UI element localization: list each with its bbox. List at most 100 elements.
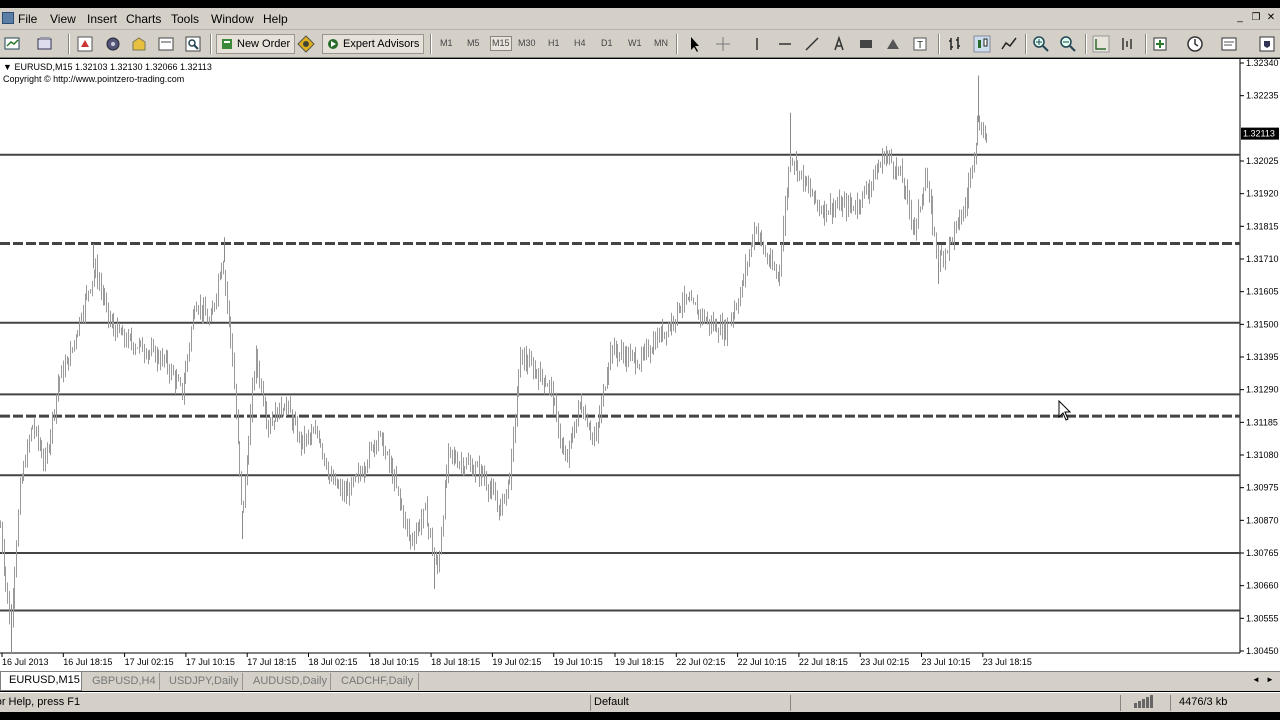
toolbar-separator xyxy=(430,34,432,54)
status-profile: Default xyxy=(590,695,790,711)
price-label: 1.30765 xyxy=(1246,548,1279,558)
text-tool-icon[interactable] xyxy=(830,35,848,53)
timeframe-m5[interactable]: M5 xyxy=(467,38,480,48)
svg-text:T: T xyxy=(917,40,923,51)
status-bar: For Help, press F1 Default 4476/3 kb xyxy=(0,692,1280,712)
new-order-label: New Order xyxy=(237,38,291,50)
screen-edge xyxy=(0,712,1280,720)
horizontal-line-icon[interactable] xyxy=(776,35,794,53)
menu-view[interactable]: View xyxy=(50,12,76,26)
new-order-button[interactable]: New Order xyxy=(216,34,296,54)
terminal-icon[interactable] xyxy=(157,35,175,53)
price-label: 1.30555 xyxy=(1246,613,1279,623)
autoscroll-icon[interactable] xyxy=(1092,35,1110,53)
timeframe-w1[interactable]: W1 xyxy=(628,38,642,48)
vertical-line-icon[interactable] xyxy=(748,35,766,53)
menu-window[interactable]: Window xyxy=(211,12,254,26)
rectangle-tool-icon[interactable] xyxy=(857,35,875,53)
time-label: 19 Jul 10:15 xyxy=(554,657,603,667)
timeframe-h4[interactable]: H4 xyxy=(574,38,586,48)
time-label: 18 Jul 02:15 xyxy=(309,657,358,667)
cursor-tool-icon[interactable] xyxy=(686,35,704,53)
new-order-icon xyxy=(222,39,232,49)
timeframe-m1[interactable]: M1 xyxy=(440,38,453,48)
time-label: 22 Jul 18:15 xyxy=(799,657,848,667)
tab-audusd-daily[interactable]: AUDUSD,Daily xyxy=(245,673,331,690)
mouse-cursor-icon xyxy=(1058,400,1072,421)
price-chart[interactable]: 1.32340 1.32235 1.32025 1.31920 1.31815 1.317… xyxy=(0,59,1280,671)
price-label: 1.32025 xyxy=(1246,156,1279,166)
menu-tools[interactable]: Tools xyxy=(171,12,199,26)
menu-file[interactable]: File xyxy=(18,12,37,26)
zoom-in-icon[interactable] xyxy=(1032,35,1050,53)
time-label: 19 Jul 18:15 xyxy=(615,657,664,667)
market-watch-icon[interactable] xyxy=(76,35,94,53)
restore-icon[interactable]: ❐ xyxy=(1249,11,1263,25)
menu-help[interactable]: Help xyxy=(263,12,288,26)
menu-bar: File View Insert Charts Tools Window Hel… xyxy=(0,8,1280,30)
menu-charts[interactable]: Charts xyxy=(126,12,161,26)
toolbar: New Order Expert Advisors M1 M5 M15 M30 … xyxy=(0,30,1280,58)
toolbar-separator xyxy=(68,34,70,54)
crosshair-icon[interactable] xyxy=(714,35,732,53)
profiles-icon[interactable] xyxy=(36,35,54,53)
time-label: 16 Jul 18:15 xyxy=(63,657,112,667)
toolbar-separator xyxy=(1085,34,1087,54)
time-label: 18 Jul 10:15 xyxy=(370,657,419,667)
metaeditor-icon[interactable] xyxy=(297,35,315,53)
zoom-out-icon[interactable] xyxy=(1059,35,1077,53)
collapse-arrow-icon[interactable]: ▼ xyxy=(3,62,12,72)
status-traffic: 4476/3 kb xyxy=(1170,695,1280,711)
timeframe-m15[interactable]: M15 xyxy=(490,36,512,51)
timeframe-mn[interactable]: MN xyxy=(654,38,668,48)
time-label: 16 Jul 2013 xyxy=(2,657,49,667)
timeframe-h1[interactable]: H1 xyxy=(548,38,560,48)
new-chart-icon[interactable] xyxy=(4,35,22,53)
timeframe-m30[interactable]: M30 xyxy=(518,38,536,48)
toolbar-separator xyxy=(938,34,940,54)
price-label: 1.31605 xyxy=(1246,287,1279,297)
price-label: 1.30450 xyxy=(1246,646,1279,656)
templates-icon[interactable] xyxy=(1220,35,1238,53)
time-label: 17 Jul 02:15 xyxy=(125,657,174,667)
arrow-tool-icon[interactable] xyxy=(884,35,902,53)
trendline-icon[interactable] xyxy=(803,35,821,53)
tab-usdjpy-daily[interactable]: USDJPY,Daily xyxy=(161,673,243,690)
navigator-icon[interactable] xyxy=(130,35,148,53)
price-label: 1.30975 xyxy=(1246,483,1279,493)
time-label: 23 Jul 18:15 xyxy=(983,657,1032,667)
tab-cadchf-daily[interactable]: CADCHF,Daily xyxy=(333,673,419,690)
status-help-text: For Help, press F1 xyxy=(0,696,81,708)
chart-tabs: EURUSD,M15 GBPUSD,H4 USDJPY,Daily AUDUSD… xyxy=(0,671,1280,691)
price-label: 1.31185 xyxy=(1246,417,1278,427)
app-icon[interactable] xyxy=(2,12,14,24)
price-label: 1.31815 xyxy=(1246,221,1279,231)
periods-clock-icon[interactable] xyxy=(1186,35,1204,53)
chart-window[interactable]: 1.32340 1.32235 1.32025 1.31920 1.31815 1.317… xyxy=(0,59,1280,671)
close-icon[interactable]: ✕ xyxy=(1264,11,1278,25)
tab-gbpusd-h4[interactable]: GBPUSD,H4 xyxy=(84,673,160,690)
line-chart-icon[interactable] xyxy=(1000,35,1018,53)
time-label: 19 Jul 02:15 xyxy=(492,657,541,667)
menu-insert[interactable]: Insert xyxy=(87,12,117,26)
strategy-tester-icon[interactable] xyxy=(184,35,202,53)
price-label: 1.31395 xyxy=(1246,352,1279,362)
minimize-icon[interactable]: _ xyxy=(1233,11,1247,25)
alerts-icon[interactable] xyxy=(1258,35,1276,53)
price-label: 1.31500 xyxy=(1246,319,1279,329)
bar-chart-icon[interactable] xyxy=(946,35,964,53)
expert-advisors-icon xyxy=(328,39,338,49)
data-window-icon[interactable] xyxy=(104,35,122,53)
timeframe-d1[interactable]: D1 xyxy=(601,38,613,48)
chart-symbol-info: ▼ EURUSD,M15 1.32103 1.32130 1.32066 1.3… xyxy=(3,62,212,72)
expert-advisors-button[interactable]: Expert Advisors xyxy=(322,34,425,54)
candlestick-icon[interactable] xyxy=(973,35,991,53)
toolbar-separator xyxy=(1145,34,1147,54)
tab-scroll-left-icon[interactable]: ◄ xyxy=(1252,675,1260,684)
current-price-label: 1.32113 xyxy=(1243,129,1275,139)
tab-eurusd-m15[interactable]: EURUSD,M15 xyxy=(0,672,82,691)
chart-shift-icon[interactable] xyxy=(1119,35,1137,53)
label-tool-icon[interactable]: T xyxy=(911,35,929,53)
indicators-icon[interactable] xyxy=(1152,35,1170,53)
tab-scroll-right-icon[interactable]: ► xyxy=(1266,675,1274,684)
